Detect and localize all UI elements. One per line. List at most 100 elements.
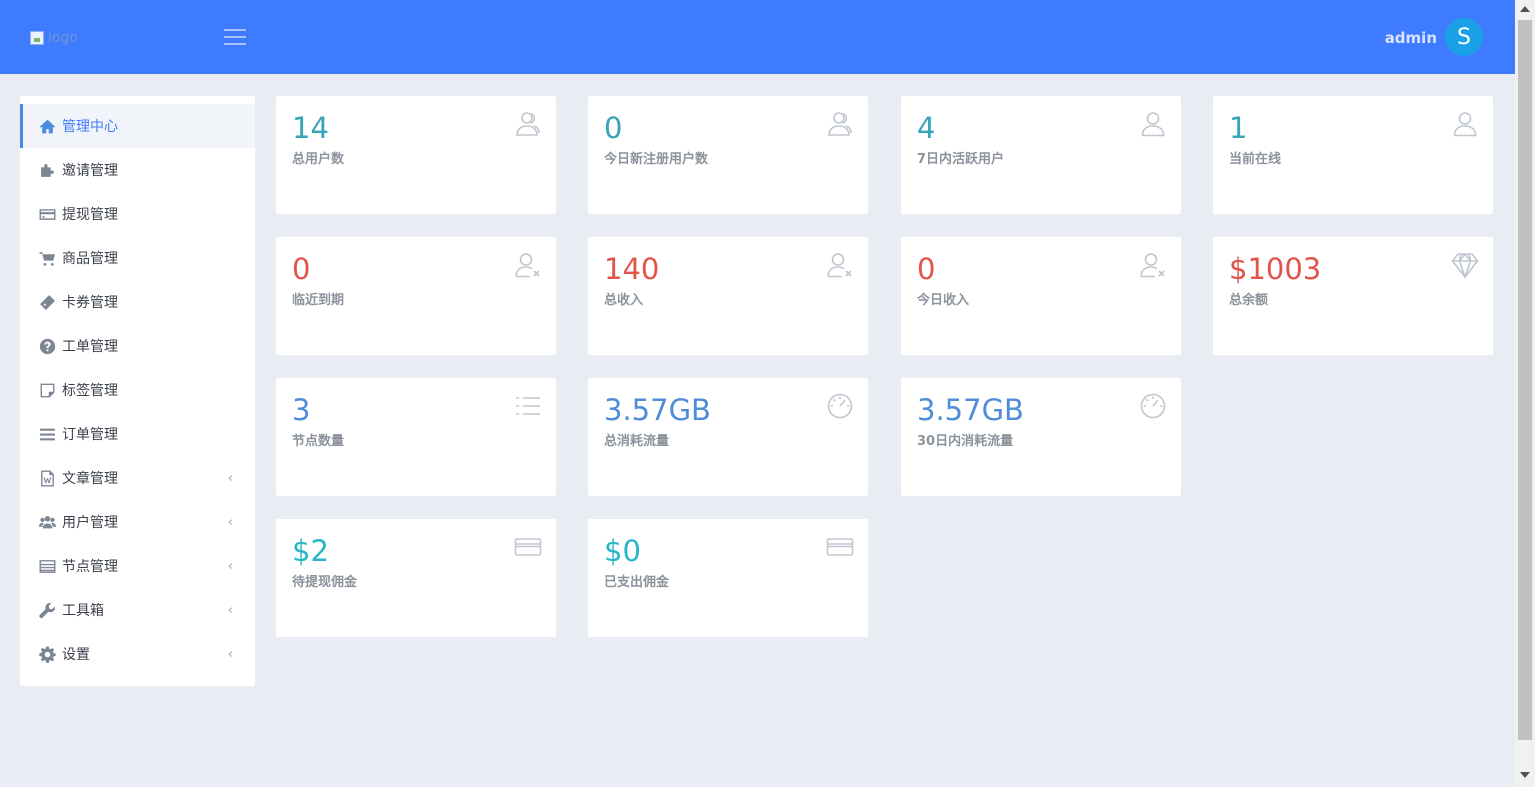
stat-card-expiring-soon: 0 临近到期 <box>276 237 556 355</box>
user-name[interactable]: admin <box>1385 29 1437 47</box>
speedometer-icon <box>1139 392 1167 420</box>
users-icon <box>38 513 56 531</box>
user-remove-icon <box>1139 251 1167 279</box>
sidebar-item-label: 标签管理 <box>62 383 118 399</box>
sidebar-item-label: 商品管理 <box>62 251 118 267</box>
menu-toggle-icon[interactable] <box>224 29 246 45</box>
chevron-left-icon: ‹ <box>227 647 233 662</box>
stat-card-active-7d: 4 7日内活跃用户 <box>901 96 1181 214</box>
sidebar-item-invites[interactable]: 邀请管理 <box>20 148 255 192</box>
avatar[interactable]: S <box>1445 18 1483 56</box>
speedometer-icon <box>826 392 854 420</box>
stat-card-total-income: 140 总收入 <box>588 237 868 355</box>
stat-label: 总用户数 <box>292 152 345 167</box>
stat-value: 3.57GB <box>604 393 711 427</box>
diamond-icon <box>1451 251 1479 280</box>
logo[interactable]: logo <box>30 30 78 46</box>
stat-label: 7日内活跃用户 <box>917 152 1005 167</box>
user-remove-icon <box>514 251 542 279</box>
stat-label: 总消耗流量 <box>604 434 670 449</box>
chevron-left-icon: ‹ <box>227 471 233 486</box>
stat-label: 总收入 <box>604 293 644 308</box>
sidebar-item-products[interactable]: 商品管理 <box>20 236 255 280</box>
stat-card-today-income: 0 今日收入 <box>901 237 1181 355</box>
stat-card-pending-commission: $2 待提现佣金 <box>276 519 556 637</box>
stat-card-node-count: 3 节点数量 <box>276 378 556 496</box>
stat-value: $1003 <box>1229 252 1322 286</box>
sidebar-item-label: 用户管理 <box>62 515 118 531</box>
stat-label: 节点数量 <box>292 434 345 449</box>
sidebar-item-orders[interactable]: 订单管理 <box>20 412 255 456</box>
gear-icon <box>38 645 56 663</box>
wrench-icon <box>38 601 56 619</box>
scroll-down-arrow-icon[interactable] <box>1520 772 1530 778</box>
stat-value: $0 <box>604 534 641 568</box>
sidebar-item-label: 卡券管理 <box>62 295 118 311</box>
stat-value: 140 <box>604 252 660 286</box>
ticket-icon <box>38 293 56 311</box>
sidebar-item-label: 工具箱 <box>62 603 104 619</box>
scroll-thumb[interactable] <box>1518 20 1532 740</box>
stat-card-total-balance: $1003 总余额 <box>1213 237 1493 355</box>
stat-value: 1 <box>1229 111 1248 145</box>
sidebar-item-users[interactable]: 用户管理 ‹ <box>20 500 255 544</box>
stat-value: 3 <box>292 393 311 427</box>
user-outline-icon <box>1451 110 1479 138</box>
credit-card-icon <box>38 205 56 223</box>
top-header: logo admin S <box>0 0 1515 74</box>
sidebar-item-label: 文章管理 <box>62 471 118 487</box>
stat-value: 14 <box>292 111 329 145</box>
users-outline-icon <box>514 110 542 138</box>
sidebar-item-label: 节点管理 <box>62 559 118 575</box>
stat-label: 临近到期 <box>292 293 345 308</box>
stat-value: 4 <box>917 111 936 145</box>
stat-card-total-traffic: 3.57GB 总消耗流量 <box>588 378 868 496</box>
stat-card-total-users: 14 总用户数 <box>276 96 556 214</box>
stat-label: 待提现佣金 <box>292 575 358 590</box>
home-icon <box>38 117 56 135</box>
sidebar-item-label: 邀请管理 <box>62 163 118 179</box>
broken-image-icon <box>30 31 44 45</box>
sidebar-item-tickets[interactable]: 工单管理 <box>20 324 255 368</box>
sidebar-item-label: 工单管理 <box>62 339 118 355</box>
user-remove-icon <box>826 251 854 279</box>
sidebar-item-nodes[interactable]: 节点管理 ‹ <box>20 544 255 588</box>
sidebar-item-toolbox[interactable]: 工具箱 ‹ <box>20 588 255 632</box>
sidebar-item-label: 设置 <box>62 647 90 663</box>
puzzle-icon <box>38 161 56 179</box>
list-icon <box>38 425 56 443</box>
page-scrollbar[interactable] <box>1515 0 1535 787</box>
sidebar: 管理中心 邀请管理 提现管理 商品管理 卡券管理 工单管理 标签管理 订单管理 … <box>20 96 255 686</box>
chevron-left-icon: ‹ <box>227 559 233 574</box>
sidebar-item-articles[interactable]: 文章管理 ‹ <box>20 456 255 500</box>
stat-label: 30日内消耗流量 <box>917 434 1014 449</box>
server-list-icon <box>38 557 56 575</box>
stat-label: 当前在线 <box>1229 152 1282 167</box>
sidebar-item-settings[interactable]: 设置 ‹ <box>20 632 255 676</box>
users-outline-icon <box>826 110 854 138</box>
stat-value: 0 <box>917 252 936 286</box>
stat-value: 0 <box>292 252 311 286</box>
sidebar-item-tags[interactable]: 标签管理 <box>20 368 255 412</box>
stat-value: 0 <box>604 111 623 145</box>
stat-label: 今日新注册用户数 <box>604 152 709 167</box>
stat-card-traffic-30d: 3.57GB 30日内消耗流量 <box>901 378 1181 496</box>
sidebar-item-coupons[interactable]: 卡券管理 <box>20 280 255 324</box>
sidebar-item-label: 管理中心 <box>62 119 118 135</box>
user-outline-icon <box>1139 110 1167 138</box>
cart-icon <box>38 249 56 267</box>
credit-card-icon <box>514 533 542 561</box>
stat-value: $2 <box>292 534 329 568</box>
logo-alt-text: logo <box>48 30 78 46</box>
question-icon <box>38 337 56 355</box>
scroll-up-arrow-icon[interactable] <box>1520 6 1530 12</box>
sidebar-item-label: 提现管理 <box>62 207 118 223</box>
stat-value: 3.57GB <box>917 393 1024 427</box>
chevron-left-icon: ‹ <box>227 515 233 530</box>
stat-label: 已支出佣金 <box>604 575 670 590</box>
stat-card-paid-commission: $0 已支出佣金 <box>588 519 868 637</box>
word-file-icon <box>38 469 56 487</box>
credit-card-icon <box>826 533 854 561</box>
sidebar-item-dashboard[interactable]: 管理中心 <box>20 104 255 148</box>
sidebar-item-withdrawals[interactable]: 提现管理 <box>20 192 255 236</box>
